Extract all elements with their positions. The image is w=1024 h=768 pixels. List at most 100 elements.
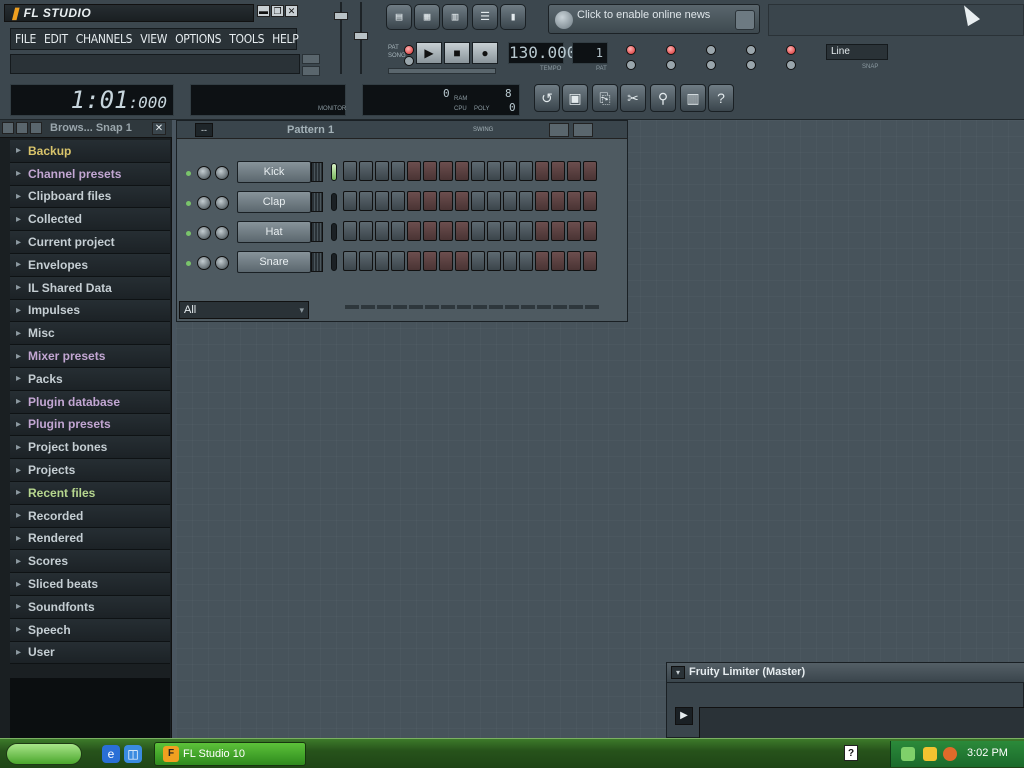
transport-position-slider[interactable]	[388, 68, 496, 74]
step-button[interactable]	[343, 161, 357, 181]
step-button[interactable]	[407, 191, 421, 211]
channel-select-led[interactable]	[331, 193, 337, 211]
step-button[interactable]	[487, 251, 501, 271]
download-icon[interactable]	[735, 10, 755, 30]
browser-menu-icon[interactable]	[2, 122, 14, 134]
step-button[interactable]	[519, 251, 533, 271]
step-button[interactable]	[391, 191, 405, 211]
scroll-led[interactable]	[746, 60, 756, 70]
step-button[interactable]	[455, 191, 469, 211]
step-button[interactable]	[487, 161, 501, 181]
step-button[interactable]	[583, 251, 597, 271]
step-button[interactable]	[343, 191, 357, 211]
menu-file[interactable]: FILE	[11, 32, 40, 46]
snap-select[interactable]: Line	[826, 44, 888, 60]
hint-toggle-button-2[interactable]	[302, 66, 320, 76]
browser-item[interactable]: ▸ Backup	[10, 140, 170, 163]
step-button[interactable]	[439, 251, 453, 271]
channel-volume-knob[interactable]	[215, 256, 229, 270]
browser-item[interactable]: ▸ Plugin presets	[10, 413, 170, 437]
channel-pan-knob[interactable]	[197, 166, 211, 180]
view-tag[interactable]: --	[195, 123, 213, 137]
channel-name-button[interactable]: Hat	[237, 221, 311, 243]
master-volume-slider[interactable]	[334, 2, 348, 74]
browser-item[interactable]: ▸ Scores	[10, 550, 170, 574]
minimize-button[interactable]: ▬	[257, 5, 270, 17]
step-button[interactable]	[455, 221, 469, 241]
step-button[interactable]	[503, 221, 517, 241]
menu-edit[interactable]: EDIT	[40, 32, 72, 46]
menu-view[interactable]: VIEW	[136, 32, 171, 46]
browser-item[interactable]: ▸ Soundfonts	[10, 595, 170, 619]
play-button[interactable]: ▶	[416, 42, 442, 64]
step-button[interactable]	[551, 221, 565, 241]
browser-item[interactable]: ▸ IL Shared Data	[10, 276, 170, 300]
step-button[interactable]	[391, 161, 405, 181]
piano-roll-icon[interactable]: ▥	[442, 4, 468, 30]
song-mode-led[interactable]	[404, 56, 414, 66]
step-button[interactable]	[551, 191, 565, 211]
step-button[interactable]	[535, 221, 549, 241]
graph-editor-icon[interactable]	[549, 123, 569, 137]
pat-mode-led[interactable]	[404, 45, 414, 55]
channel-select-led[interactable]	[331, 163, 337, 181]
playlist-icon[interactable]: ▤	[386, 4, 412, 30]
step-button[interactable]	[487, 221, 501, 241]
step-button[interactable]	[343, 221, 357, 241]
save-icon[interactable]: ▣	[562, 84, 588, 112]
keyboard-editor-icon[interactable]	[573, 123, 593, 137]
limiter-titlebar[interactable]: ▾ Fruity Limiter (Master)	[667, 663, 1024, 683]
step-button[interactable]	[471, 251, 485, 271]
step-button[interactable]	[535, 251, 549, 271]
browser-item[interactable]: ▸ Rendered	[10, 527, 170, 551]
export-icon[interactable]: ⎘	[592, 84, 618, 112]
browser-icon[interactable]: ☰	[472, 4, 498, 30]
step-button[interactable]	[439, 161, 453, 181]
channel-mute-led[interactable]	[186, 201, 191, 206]
typing-keyboard-led[interactable]	[786, 45, 796, 55]
multilink-led[interactable]	[786, 60, 796, 70]
menu-options[interactable]: OPTIONS	[171, 32, 225, 46]
step-button[interactable]	[567, 251, 581, 271]
browser-item[interactable]: ▸ Envelopes	[10, 253, 170, 277]
step-button[interactable]	[503, 191, 517, 211]
channel-mute-led[interactable]	[186, 171, 191, 176]
step-button[interactable]	[519, 161, 533, 181]
channel-name-button[interactable]: Clap	[237, 191, 311, 213]
channel-volume-knob[interactable]	[215, 196, 229, 210]
browser-item[interactable]: ▸ Channel presets	[10, 162, 170, 186]
step-button[interactable]	[359, 221, 373, 241]
browser-star-icon[interactable]	[16, 122, 28, 134]
blend-led[interactable]	[706, 60, 716, 70]
wait-input-led[interactable]	[666, 60, 676, 70]
search-tray-icon[interactable]	[943, 747, 957, 761]
step-button[interactable]	[551, 251, 565, 271]
step-button[interactable]	[455, 251, 469, 271]
hint-toggle-button[interactable]	[302, 54, 320, 64]
step-button[interactable]	[583, 161, 597, 181]
step-button[interactable]	[567, 191, 581, 211]
step-button[interactable]	[359, 191, 373, 211]
menu-tools[interactable]: TOOLS	[225, 32, 268, 46]
step-button[interactable]	[519, 221, 533, 241]
channel-name-button[interactable]: Snare	[237, 251, 311, 273]
menu-help[interactable]: HELP	[268, 32, 302, 46]
browser-item[interactable]: ▸ Sliced beats	[10, 573, 170, 596]
browser-item[interactable]: ▸ Project bones	[10, 436, 170, 460]
browser-item[interactable]: ▸ Current project	[10, 231, 170, 254]
close-button[interactable]: ✕	[285, 5, 298, 17]
browser-item[interactable]: ▸ Impulses	[10, 299, 170, 323]
online-news-panel[interactable]: Click to enable online news	[548, 4, 760, 34]
metronome-led[interactable]	[626, 45, 636, 55]
browser-item[interactable]: ▸ Recorded	[10, 504, 170, 528]
step-button[interactable]	[359, 161, 373, 181]
step-button[interactable]	[535, 161, 549, 181]
channel-mute-led[interactable]	[186, 261, 191, 266]
browser-item[interactable]: ▸ Plugin database	[10, 390, 170, 414]
stop-button[interactable]: ■	[444, 42, 470, 64]
channel-pan-knob[interactable]	[197, 196, 211, 210]
step-button[interactable]	[375, 191, 389, 211]
restore-button[interactable]: ❐	[271, 5, 284, 17]
channel-name-button[interactable]: Kick	[237, 161, 311, 183]
browser-item[interactable]: ▸ User	[10, 641, 170, 665]
